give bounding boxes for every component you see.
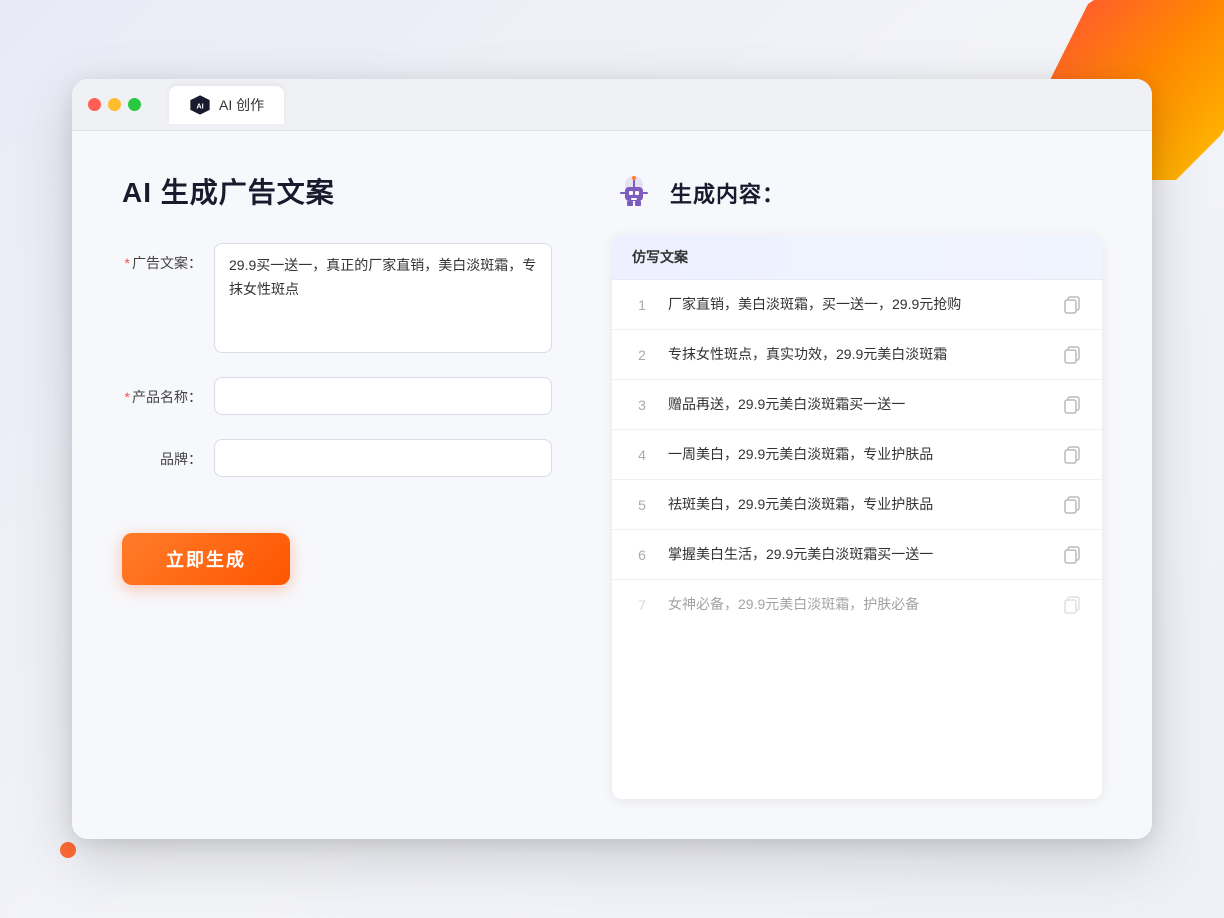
ad-copy-label: *广告文案： (122, 243, 202, 273)
robot-icon (612, 171, 656, 215)
traffic-lights (88, 98, 141, 111)
traffic-light-red[interactable] (88, 98, 101, 111)
browser-window: AI AI 创作 AI 生成广告文案 *广告文案： 29.9买一送一，真正的厂家… (72, 79, 1152, 839)
row-text: 女神必备，29.9元美白淡斑霜，护肤必备 (668, 594, 1048, 615)
tab-label: AI 创作 (219, 95, 264, 115)
row-num: 4 (632, 447, 652, 463)
product-name-required-star: * (125, 389, 130, 405)
copy-icon[interactable] (1064, 596, 1082, 614)
row-text: 掌握美白生活，29.9元美白淡斑霜买一送一 (668, 544, 1048, 565)
copy-icon[interactable] (1064, 346, 1082, 364)
copy-icon[interactable] (1064, 396, 1082, 414)
table-row: 6 掌握美白生活，29.9元美白淡斑霜买一送一 (612, 530, 1102, 580)
right-panel: 生成内容： 仿写文案 1 厂家直销，美白淡斑霜，买一送一，29.9元抢购 2 专… (612, 171, 1102, 799)
row-text: 赠品再送，29.9元美白淡斑霜买一送一 (668, 394, 1048, 415)
row-text: 一周美白，29.9元美白淡斑霜，专业护肤品 (668, 444, 1048, 465)
ai-tab-icon: AI (189, 94, 211, 116)
row-num: 1 (632, 297, 652, 313)
brand-group: 品牌： 好白 (122, 439, 552, 477)
row-num: 2 (632, 347, 652, 363)
generate-button[interactable]: 立即生成 (122, 533, 290, 585)
copy-icon[interactable] (1064, 446, 1082, 464)
copy-icon[interactable] (1064, 296, 1082, 314)
product-name-input[interactable]: 美白淡斑霜 (214, 377, 552, 415)
row-text: 祛斑美白，29.9元美白淡斑霜，专业护肤品 (668, 494, 1048, 515)
table-header: 仿写文案 (612, 235, 1102, 280)
page-title: AI 生成广告文案 (122, 171, 552, 211)
browser-tab[interactable]: AI AI 创作 (169, 86, 284, 124)
browser-content: AI 生成广告文案 *广告文案： 29.9买一送一，真正的厂家直销，美白淡斑霜，… (72, 131, 1152, 839)
row-num: 5 (632, 497, 652, 513)
row-text: 厂家直销，美白淡斑霜，买一送一，29.9元抢购 (668, 294, 1048, 315)
traffic-light-green[interactable] (128, 98, 141, 111)
copy-icon[interactable] (1064, 496, 1082, 514)
table-row: 7 女神必备，29.9元美白淡斑霜，护肤必备 (612, 580, 1102, 629)
table-row: 1 厂家直销，美白淡斑霜，买一送一，29.9元抢购 (612, 280, 1102, 330)
table-row: 2 专抹女性斑点，真实功效，29.9元美白淡斑霜 (612, 330, 1102, 380)
right-header: 生成内容： (612, 171, 1102, 215)
row-num: 3 (632, 397, 652, 413)
product-name-label: *产品名称： (122, 377, 202, 407)
table-row: 5 祛斑美白，29.9元美白淡斑霜，专业护肤品 (612, 480, 1102, 530)
table-row: 4 一周美白，29.9元美白淡斑霜，专业护肤品 (612, 430, 1102, 480)
ad-copy-input[interactable]: 29.9买一送一，真正的厂家直销，美白淡斑霜，专抹女性斑点 (214, 243, 552, 353)
copy-icon[interactable] (1064, 546, 1082, 564)
results-table: 仿写文案 1 厂家直销，美白淡斑霜，买一送一，29.9元抢购 2 专抹女性斑点，… (612, 235, 1102, 799)
brand-input[interactable]: 好白 (214, 439, 552, 477)
traffic-light-yellow[interactable] (108, 98, 121, 111)
ad-copy-required-star: * (125, 255, 130, 271)
right-panel-title: 生成内容： (670, 177, 785, 209)
row-num: 7 (632, 597, 652, 613)
ad-copy-group: *广告文案： 29.9买一送一，真正的厂家直销，美白淡斑霜，专抹女性斑点 (122, 243, 552, 353)
svg-text:AI: AI (196, 101, 203, 110)
row-num: 6 (632, 547, 652, 563)
brand-label: 品牌： (122, 439, 202, 469)
product-name-group: *产品名称： 美白淡斑霜 (122, 377, 552, 415)
row-text: 专抹女性斑点，真实功效，29.9元美白淡斑霜 (668, 344, 1048, 365)
browser-chrome: AI AI 创作 (72, 79, 1152, 131)
table-row: 3 赠品再送，29.9元美白淡斑霜买一送一 (612, 380, 1102, 430)
left-panel: AI 生成广告文案 *广告文案： 29.9买一送一，真正的厂家直销，美白淡斑霜，… (122, 171, 552, 799)
